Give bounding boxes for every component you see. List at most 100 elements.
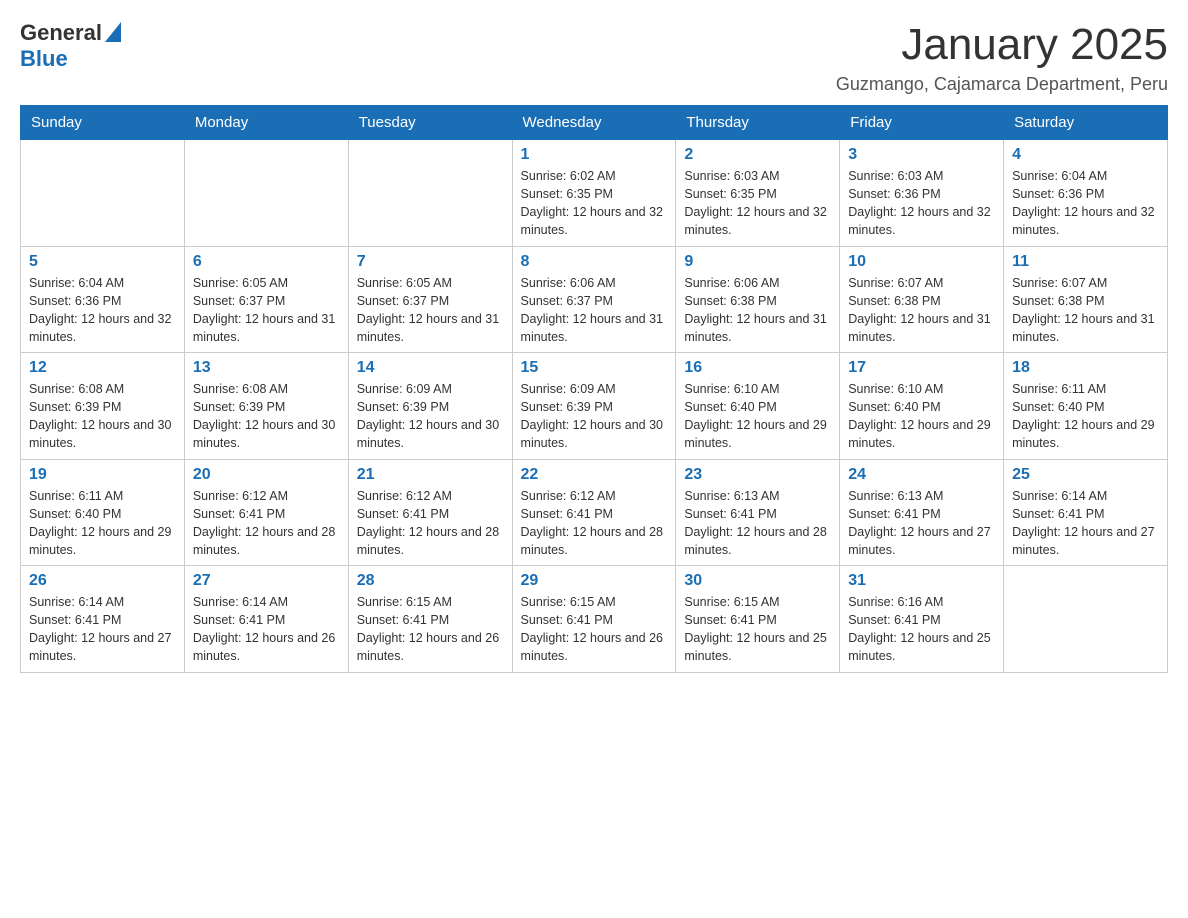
calendar-cell: 8 Sunrise: 6:06 AMSunset: 6:37 PMDaylight… (512, 246, 676, 353)
calendar-cell (21, 140, 185, 247)
day-info: Sunrise: 6:11 AMSunset: 6:40 PMDaylight:… (1012, 380, 1159, 453)
calendar-cell: 31 Sunrise: 6:16 AMSunset: 6:41 PMDayligh… (840, 566, 1004, 673)
calendar-cell (184, 140, 348, 247)
calendar-cell: 28Sunrise: 6:15 AMSunset: 6:41 PMDayligh… (348, 566, 512, 673)
logo-blue: Blue (20, 46, 68, 72)
day-number: 25 (1012, 466, 1159, 484)
day-number: 15 (521, 359, 668, 377)
day-number: 23 (684, 466, 831, 484)
day-number: 24 (848, 466, 995, 484)
calendar-header-thursday: Thursday (676, 106, 840, 140)
calendar-cell: 22 Sunrise: 6:12 AMSunset: 6:41 PMDayligh… (512, 459, 676, 566)
day-info: Sunrise: 6:11 AMSunset: 6:40 PMDaylight:… (29, 487, 176, 560)
day-number: 6 (193, 253, 340, 271)
day-info: Sunrise: 6:15 AMSunset: 6:41 PMDaylight:… (521, 593, 668, 666)
day-number: 7 (357, 253, 504, 271)
day-number: 21 (357, 466, 504, 484)
day-number: 10 (848, 253, 995, 271)
title-section: January 2025 Guzmango, Cajamarca Departm… (836, 20, 1168, 95)
calendar-cell: 27Sunrise: 6:14 AMSunset: 6:41 PMDayligh… (184, 566, 348, 673)
calendar-cell: 3 Sunrise: 6:03 AMSunset: 6:36 PMDaylight… (840, 140, 1004, 247)
day-info: Sunrise: 6:02 AMSunset: 6:35 PMDaylight:… (521, 167, 668, 240)
day-number: 4 (1012, 146, 1159, 164)
calendar-cell: 5Sunrise: 6:04 AMSunset: 6:36 PMDaylight… (21, 246, 185, 353)
day-number: 22 (521, 466, 668, 484)
calendar-cell: 7Sunrise: 6:05 AMSunset: 6:37 PMDaylight… (348, 246, 512, 353)
day-info: Sunrise: 6:10 AMSunset: 6:40 PMDaylight:… (684, 380, 831, 453)
day-info: Sunrise: 6:15 AMSunset: 6:41 PMDaylight:… (684, 593, 831, 666)
calendar-header-friday: Friday (840, 106, 1004, 140)
calendar-cell: 20 Sunrise: 6:12 AMSunset: 6:41 PMDayligh… (184, 459, 348, 566)
logo-general: General (20, 20, 102, 46)
day-info: Sunrise: 6:12 AMSunset: 6:41 PMDaylight:… (357, 487, 504, 560)
day-number: 3 (848, 146, 995, 164)
day-info: Sunrise: 6:06 AMSunset: 6:37 PMDaylight:… (521, 274, 668, 347)
day-info: Sunrise: 6:13 AMSunset: 6:41 PMDaylight:… (684, 487, 831, 560)
calendar-cell: 10 Sunrise: 6:07 AMSunset: 6:38 PMDayligh… (840, 246, 1004, 353)
calendar-cell: 12 Sunrise: 6:08 AMSunset: 6:39 PMDayligh… (21, 353, 185, 460)
day-number: 29 (521, 572, 668, 590)
day-info: Sunrise: 6:08 AMSunset: 6:39 PMDaylight:… (193, 380, 340, 453)
day-number: 1 (521, 146, 668, 164)
calendar-cell: 25 Sunrise: 6:14 AMSunset: 6:41 PMDayligh… (1004, 459, 1168, 566)
day-number: 9 (684, 253, 831, 271)
calendar-cell: 30Sunrise: 6:15 AMSunset: 6:41 PMDayligh… (676, 566, 840, 673)
day-number: 16 (684, 359, 831, 377)
day-number: 19 (29, 466, 176, 484)
day-info: Sunrise: 6:15 AMSunset: 6:41 PMDaylight:… (357, 593, 504, 666)
calendar-cell (1004, 566, 1168, 673)
day-info: Sunrise: 6:04 AMSunset: 6:36 PMDaylight:… (29, 274, 176, 347)
day-number: 20 (193, 466, 340, 484)
day-info: Sunrise: 6:14 AMSunset: 6:41 PMDaylight:… (29, 593, 176, 666)
calendar-header-wednesday: Wednesday (512, 106, 676, 140)
calendar-header-tuesday: Tuesday (348, 106, 512, 140)
logo-arrow-icon (105, 22, 121, 42)
calendar-cell: 6 Sunrise: 6:05 AMSunset: 6:37 PMDaylight… (184, 246, 348, 353)
calendar-cell: 17 Sunrise: 6:10 AMSunset: 6:40 PMDayligh… (840, 353, 1004, 460)
day-number: 12 (29, 359, 176, 377)
day-info: Sunrise: 6:03 AMSunset: 6:36 PMDaylight:… (848, 167, 995, 240)
day-info: Sunrise: 6:05 AMSunset: 6:37 PMDaylight:… (193, 274, 340, 347)
calendar-cell: 19 Sunrise: 6:11 AMSunset: 6:40 PMDayligh… (21, 459, 185, 566)
day-info: Sunrise: 6:12 AMSunset: 6:41 PMDaylight:… (193, 487, 340, 560)
calendar-cell: 2 Sunrise: 6:03 AMSunset: 6:35 PMDaylight… (676, 140, 840, 247)
logo: General Blue (20, 20, 121, 72)
calendar-header-sunday: Sunday (21, 106, 185, 140)
day-info: Sunrise: 6:12 AMSunset: 6:41 PMDaylight:… (521, 487, 668, 560)
day-info: Sunrise: 6:09 AMSunset: 6:39 PMDaylight:… (521, 380, 668, 453)
day-info: Sunrise: 6:14 AMSunset: 6:41 PMDaylight:… (1012, 487, 1159, 560)
calendar-cell: 15 Sunrise: 6:09 AMSunset: 6:39 PMDayligh… (512, 353, 676, 460)
day-info: Sunrise: 6:10 AMSunset: 6:40 PMDaylight:… (848, 380, 995, 453)
day-number: 18 (1012, 359, 1159, 377)
day-number: 17 (848, 359, 995, 377)
calendar-cell: 16 Sunrise: 6:10 AMSunset: 6:40 PMDayligh… (676, 353, 840, 460)
calendar-table: SundayMondayTuesdayWednesdayThursdayFrid… (20, 105, 1168, 673)
calendar-header-monday: Monday (184, 106, 348, 140)
day-number: 26 (29, 572, 176, 590)
day-info: Sunrise: 6:08 AMSunset: 6:39 PMDaylight:… (29, 380, 176, 453)
calendar-cell: 13Sunrise: 6:08 AMSunset: 6:39 PMDayligh… (184, 353, 348, 460)
calendar-cell: 29 Sunrise: 6:15 AMSunset: 6:41 PMDayligh… (512, 566, 676, 673)
calendar-cell: 9 Sunrise: 6:06 AMSunset: 6:38 PMDaylight… (676, 246, 840, 353)
calendar-cell: 11Sunrise: 6:07 AMSunset: 6:38 PMDayligh… (1004, 246, 1168, 353)
day-info: Sunrise: 6:07 AMSunset: 6:38 PMDaylight:… (848, 274, 995, 347)
location-subtitle: Guzmango, Cajamarca Department, Peru (836, 74, 1168, 95)
calendar-header-saturday: Saturday (1004, 106, 1168, 140)
day-info: Sunrise: 6:04 AMSunset: 6:36 PMDaylight:… (1012, 167, 1159, 240)
calendar-week-row: 26 Sunrise: 6:14 AMSunset: 6:41 PMDayligh… (21, 566, 1168, 673)
day-number: 2 (684, 146, 831, 164)
calendar-cell: 1 Sunrise: 6:02 AMSunset: 6:35 PMDaylight… (512, 140, 676, 247)
day-number: 14 (357, 359, 504, 377)
day-number: 8 (521, 253, 668, 271)
day-number: 31 (848, 572, 995, 590)
calendar-cell: 24Sunrise: 6:13 AMSunset: 6:41 PMDayligh… (840, 459, 1004, 566)
day-info: Sunrise: 6:16 AMSunset: 6:41 PMDaylight:… (848, 593, 995, 666)
day-info: Sunrise: 6:09 AMSunset: 6:39 PMDaylight:… (357, 380, 504, 453)
calendar-week-row: 19 Sunrise: 6:11 AMSunset: 6:40 PMDayligh… (21, 459, 1168, 566)
month-title: January 2025 (836, 20, 1168, 70)
day-number: 11 (1012, 253, 1159, 271)
day-info: Sunrise: 6:06 AMSunset: 6:38 PMDaylight:… (684, 274, 831, 347)
calendar-week-row: 5Sunrise: 6:04 AMSunset: 6:36 PMDaylight… (21, 246, 1168, 353)
calendar-cell: 18 Sunrise: 6:11 AMSunset: 6:40 PMDayligh… (1004, 353, 1168, 460)
day-info: Sunrise: 6:03 AMSunset: 6:35 PMDaylight:… (684, 167, 831, 240)
